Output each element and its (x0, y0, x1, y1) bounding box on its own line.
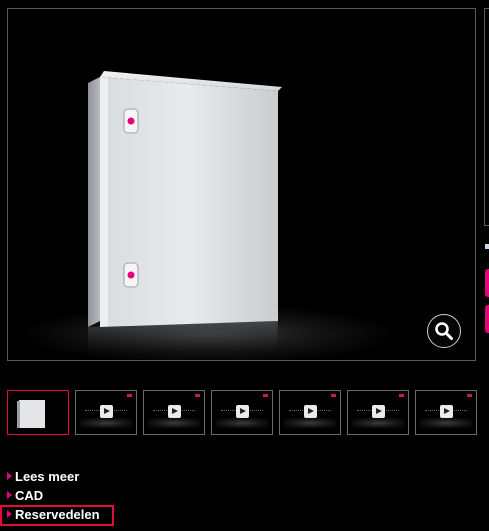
link-read-more[interactable]: Lees meer (7, 467, 79, 485)
play-icon (236, 404, 249, 418)
side-label-fragment (485, 244, 489, 249)
enclosure-thumbnail-icon (17, 400, 45, 428)
thumbnail-video[interactable] (415, 390, 477, 435)
zoom-button[interactable] (427, 314, 461, 348)
thumbnail-video[interactable] (211, 390, 273, 435)
side-action-button-1[interactable] (485, 269, 489, 297)
thumbnail-video[interactable] (347, 390, 409, 435)
arrow-right-icon (7, 472, 12, 480)
thumbnail-video[interactable] (143, 390, 205, 435)
thumbnail-strip (7, 390, 489, 438)
spare-parts-highlight (0, 505, 114, 526)
link-read-more-label: Lees meer (15, 468, 80, 484)
thumbnail-video[interactable] (279, 390, 341, 435)
link-cad[interactable]: CAD (7, 486, 43, 504)
thumbnail-image[interactable] (7, 390, 69, 435)
link-cad-label: CAD (15, 487, 44, 503)
play-icon (440, 404, 453, 418)
side-panel (484, 8, 489, 226)
magnifier-icon (435, 322, 453, 340)
product-image-viewer[interactable] (7, 8, 476, 361)
enclosure-image (18, 71, 398, 360)
play-icon (100, 404, 113, 418)
play-icon (168, 404, 181, 418)
play-icon (372, 404, 385, 418)
thumbnail-video[interactable] (75, 390, 137, 435)
side-action-button-2[interactable] (485, 305, 489, 333)
play-icon (304, 404, 317, 418)
arrow-right-icon (7, 491, 12, 499)
